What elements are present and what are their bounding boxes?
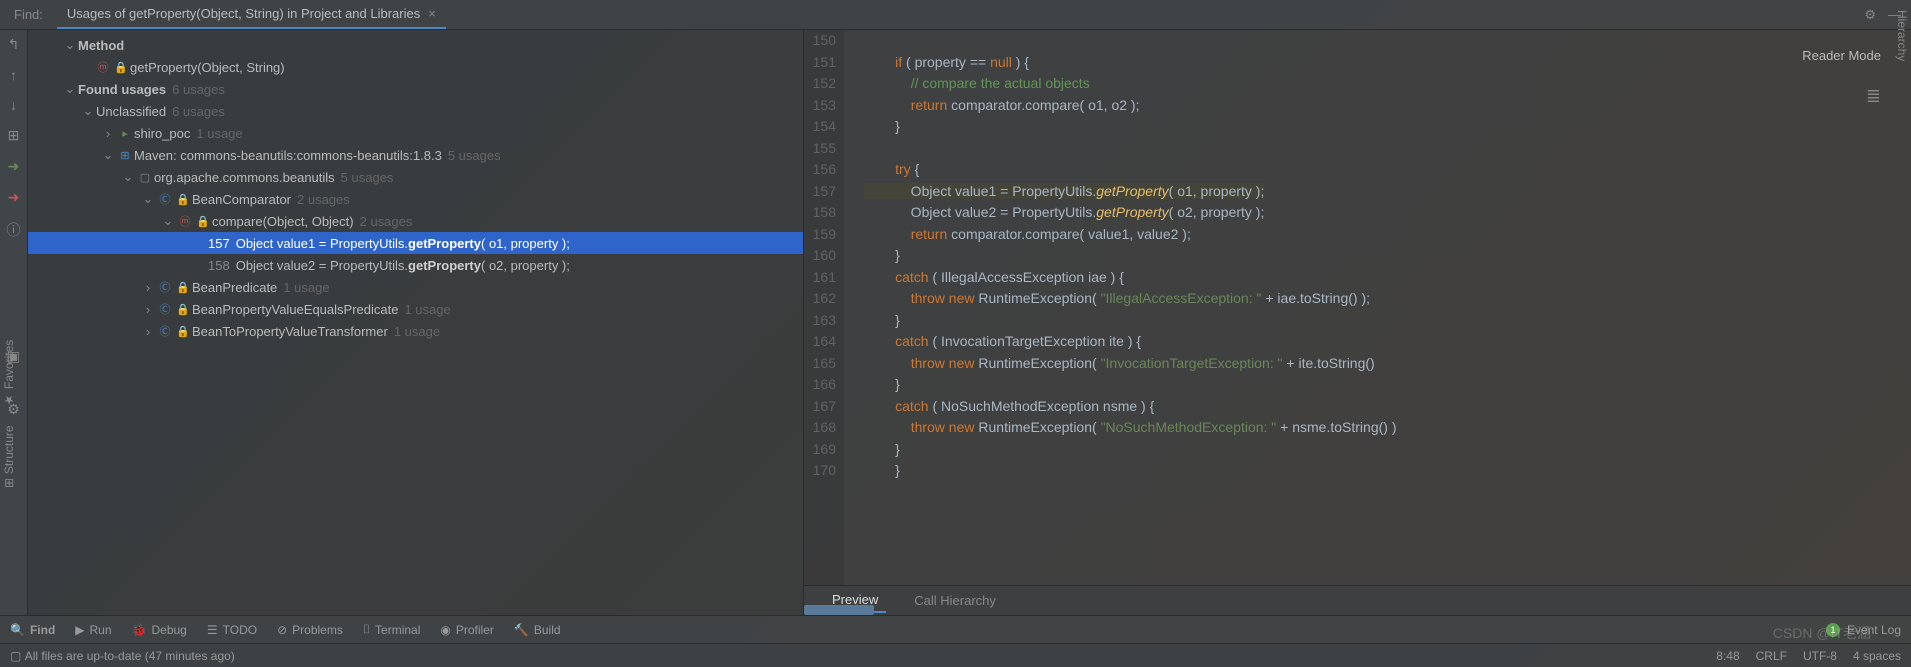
build-tool[interactable]: 🔨 Build (514, 623, 561, 637)
indent-setting[interactable]: 4 spaces (1853, 649, 1901, 663)
status-bar: ▢ All files are up-to-date (47 minutes a… (0, 643, 1911, 667)
tree-usage-158[interactable]: 158Object value2 = PropertyUtils.getProp… (28, 254, 803, 276)
run-tool[interactable]: ▶ Run (75, 623, 111, 637)
left-toolbar: ↰ ↑ ↓ ⊞ ➜ ➜ ⓘ ▣ ⚙ (0, 30, 28, 615)
bottom-toolbar: 🔍 Find ▶ Run 🐞 Debug ☰ TODO ⊘ Problems ⌷… (0, 615, 1911, 643)
status-message: All files are up-to-date (47 minutes ago… (25, 649, 235, 663)
code-content[interactable]: if ( property == null ) { // compare the… (844, 30, 1911, 585)
find-tool[interactable]: 🔍 Find (10, 623, 55, 637)
arrow-up-icon[interactable]: ↑ (10, 67, 17, 83)
tree-usage-157[interactable]: 157Object value1 = PropertyUtils.getProp… (28, 232, 803, 254)
todo-tool[interactable]: ☰ TODO (207, 623, 257, 637)
group-icon[interactable]: ⊞ (8, 127, 20, 144)
tree-node-maven[interactable]: ⌄⊞Maven: commons-beanutils:commons-beanu… (28, 144, 803, 166)
arrow-up-left-icon[interactable]: ↰ (8, 36, 20, 53)
tree-node-found[interactable]: ⌄Found usages6 usages (28, 78, 803, 100)
tree-node-predicate[interactable]: ›Ⓒ🔒BeanPredicate1 usage (28, 276, 803, 298)
right-vertical-tabs: Hierarchy (1895, 10, 1909, 61)
reader-mode-icon[interactable]: ≣ (1866, 86, 1881, 107)
tree-node-unclassified[interactable]: ⌄Unclassified6 usages (28, 100, 803, 122)
find-label: Find: (0, 7, 57, 22)
watermark: CSDN @IT老涵 (1773, 623, 1871, 643)
problems-tool[interactable]: ⊘ Problems (277, 623, 343, 637)
reader-mode-label[interactable]: Reader Mode (1802, 48, 1881, 63)
favorites-tool[interactable]: ★ Favorites (2, 340, 16, 407)
left-vertical-tabs: ⊞ Structure ★ Favorites (2, 340, 16, 488)
preview-tabs: Preview Call Hierarchy (804, 585, 1911, 615)
line-separator[interactable]: CRLF (1756, 649, 1787, 663)
structure-tool[interactable]: ⊞ Structure (2, 425, 16, 488)
debug-tool[interactable]: 🐞 Debug (132, 623, 187, 637)
export-icon[interactable]: ➜ (8, 158, 20, 175)
tree-node-method[interactable]: ⌄Method (28, 34, 803, 56)
tree-node-propequals[interactable]: ›Ⓒ🔒BeanPropertyValueEqualsPredicate1 usa… (28, 298, 803, 320)
profiler-tool[interactable]: ◉ Profiler (440, 623, 494, 637)
tree-node-method-sig[interactable]: ⓜ🔒getProperty(Object, String) (28, 56, 803, 78)
find-usages-tab[interactable]: Usages of getProperty(Object, String) in… (57, 0, 446, 29)
gear-icon[interactable]: ⚙ (1864, 7, 1876, 23)
tree-node-transformer[interactable]: ›Ⓒ🔒BeanToPropertyValueTransformer1 usage (28, 320, 803, 342)
tab-call-hierarchy[interactable]: Call Hierarchy (906, 589, 1004, 612)
import-icon[interactable]: ➜ (8, 189, 20, 206)
info-icon[interactable]: ⓘ (7, 220, 21, 240)
code-preview-pane: Reader Mode ≣ 15015115215315415515615715… (803, 30, 1911, 615)
close-icon[interactable]: × (428, 6, 436, 21)
tree-node-comparator[interactable]: ⌄Ⓒ🔒BeanComparator2 usages (28, 188, 803, 210)
terminal-tool[interactable]: ⌷ Terminal (363, 622, 421, 637)
cursor-position[interactable]: 8:48 (1716, 649, 1739, 663)
hierarchy-tool[interactable]: Hierarchy (1895, 10, 1909, 61)
usages-tree: ⌄Method ⓜ🔒getProperty(Object, String) ⌄F… (28, 30, 803, 615)
status-icon: ▢ (10, 649, 21, 663)
tab-title: Usages of getProperty(Object, String) in… (67, 6, 420, 21)
tree-node-package[interactable]: ⌄▢org.apache.commons.beanutils5 usages (28, 166, 803, 188)
tree-node-shiro[interactable]: ›▸shiro_poc1 usage (28, 122, 803, 144)
arrow-down-icon[interactable]: ↓ (10, 97, 17, 113)
tree-node-compare[interactable]: ⌄ⓜ🔒compare(Object, Object)2 usages (28, 210, 803, 232)
line-gutter: 1501511521531541551561571581591601611621… (804, 30, 844, 585)
file-encoding[interactable]: UTF-8 (1803, 649, 1837, 663)
tab-bar: Find: Usages of getProperty(Object, Stri… (0, 0, 1911, 30)
